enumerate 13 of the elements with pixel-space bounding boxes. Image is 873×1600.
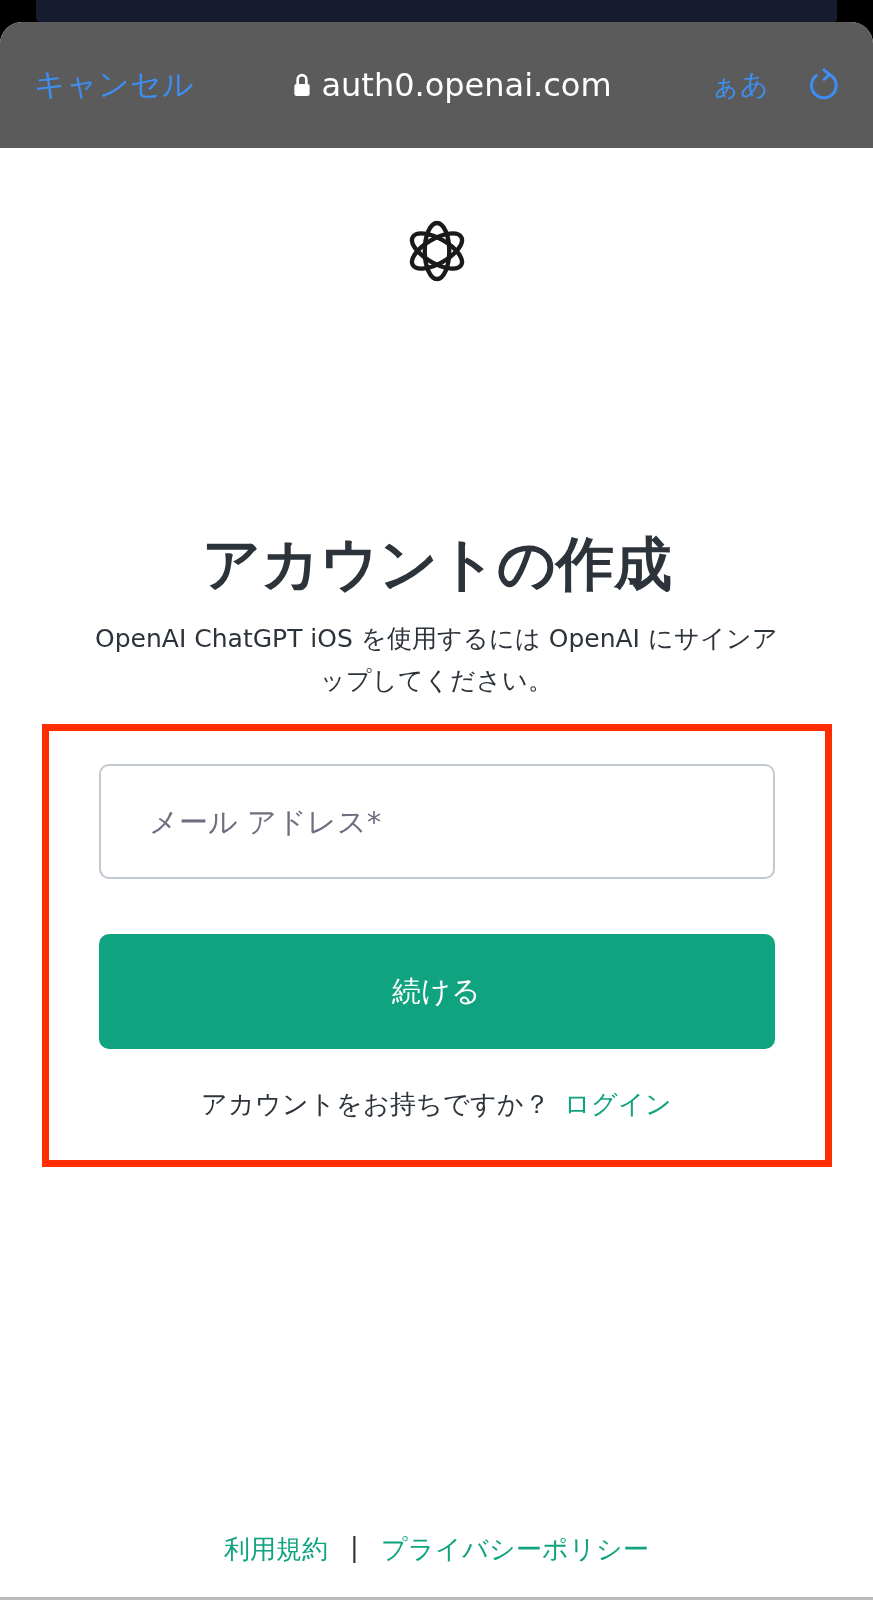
- lock-icon: [293, 73, 312, 97]
- email-field[interactable]: メール アドレス*: [98, 764, 775, 879]
- continue-button[interactable]: 続ける: [98, 934, 775, 1049]
- footer-separator: |: [350, 1532, 359, 1565]
- text-size-button[interactable]: ぁあ: [711, 66, 769, 104]
- login-prompt: アカウントをお持ちですか？: [201, 1088, 550, 1121]
- subtitle: OpenAI ChatGPT iOS を使用するには OpenAI にサインアップしてください。: [94, 623, 779, 697]
- footer-link[interactable]: プライバシーポリシー: [380, 1532, 649, 1567]
- page-title: アカウントの作成: [201, 529, 672, 600]
- login-link[interactable]: ログイン: [564, 1087, 672, 1122]
- cancel-button[interactable]: キャンセル: [34, 64, 194, 106]
- footer-link[interactable]: 利用規約: [224, 1532, 329, 1567]
- url-text: auth0.openai.com: [321, 66, 612, 104]
